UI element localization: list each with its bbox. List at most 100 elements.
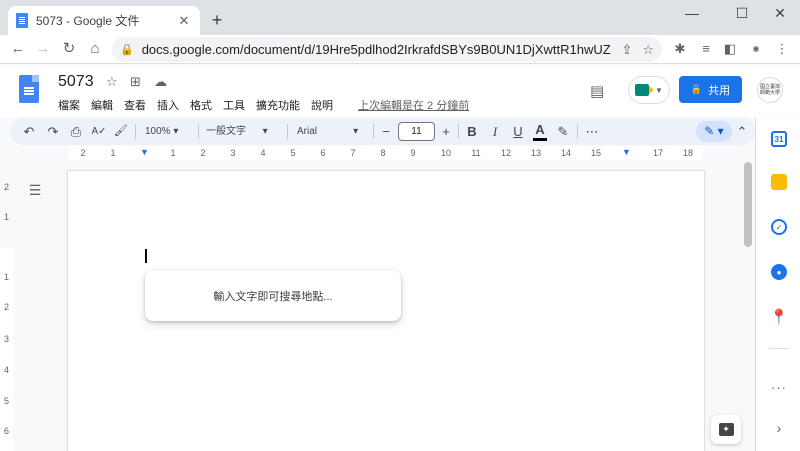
chevron-down-icon: ▼ <box>655 85 663 95</box>
ruler-label: 6 <box>320 148 326 158</box>
ruler-label: 1 <box>3 272 9 282</box>
editing-mode-button[interactable]: ✎ ▾ <box>696 121 732 142</box>
meet-button[interactable]: ▼ <box>628 76 670 104</box>
menu-extensions[interactable]: 擴充功能 <box>256 97 300 113</box>
print-icon[interactable]: ⎙ <box>66 122 86 141</box>
bookmark-star-icon[interactable]: ☆ <box>642 42 654 58</box>
expand-panel-icon[interactable]: › <box>767 420 791 436</box>
maps-icon[interactable]: 📍 <box>770 309 789 326</box>
comment-history-icon[interactable]: ▤ <box>590 82 604 100</box>
place-search-placeholder[interactable]: 輸入文字即可搜尋地點... <box>213 288 332 304</box>
ruler-label: 1 <box>3 212 9 222</box>
font-family-select[interactable]: Arial ▾ <box>297 122 371 141</box>
document-title[interactable]: 5073 <box>58 73 94 91</box>
divider <box>373 124 374 139</box>
tab-close-icon[interactable]: ✕ <box>176 13 192 29</box>
ruler-label: 4 <box>260 148 266 158</box>
close-window-button[interactable]: ✕ <box>762 2 798 24</box>
more-options-icon[interactable]: ⋯ <box>582 122 602 141</box>
menu-file[interactable]: 檔案 <box>58 97 80 113</box>
menu-help[interactable]: 說明 <box>311 97 333 113</box>
menu-bar: 檔案 編輯 查看 插入 格式 工具 擴充功能 說明 <box>58 97 344 113</box>
address-bar[interactable]: 🔒 docs.google.com/document/d/19Hre5pdlho… <box>112 37 662 62</box>
right-indent-marker-icon[interactable]: ▼ <box>622 148 631 157</box>
underline-button[interactable]: U <box>509 122 527 141</box>
menu-view[interactable]: 查看 <box>124 97 146 113</box>
account-avatar[interactable]: 國立臺灣師範大學 <box>757 77 783 103</box>
menu-format[interactable]: 格式 <box>190 97 212 113</box>
horizontal-ruler[interactable]: 2 1 ▼ 1 2 3 4 5 6 7 8 9 10 11 12 13 14 1… <box>0 146 754 160</box>
home-button[interactable]: ⌂ <box>84 38 106 60</box>
browser-tab[interactable]: 5073 - Google 文件 ✕ <box>8 6 200 35</box>
ruler-label: 8 <box>380 148 386 158</box>
lock-icon: 🔒 <box>690 84 703 94</box>
explore-button[interactable]: ✦ <box>711 415 741 444</box>
collapse-menus-icon[interactable]: ⌃ <box>733 122 751 141</box>
docs-favicon-icon <box>16 13 28 28</box>
divider <box>458 124 459 139</box>
ruler-label: 9 <box>410 148 416 158</box>
undo-icon[interactable]: ↶ <box>19 122 39 141</box>
text-cursor <box>145 249 147 263</box>
paint-format-icon[interactable]: 🖌 <box>111 122 131 141</box>
increase-font-size-button[interactable]: + <box>438 122 454 141</box>
ruler-label: 3 <box>230 148 236 158</box>
indent-marker-icon[interactable]: ▼ <box>140 148 149 157</box>
extensions-icon[interactable]: ✱ <box>670 39 690 59</box>
minimize-button[interactable]: — <box>674 2 710 24</box>
document-outline-icon[interactable]: ☰ <box>26 181 44 199</box>
menu-insert[interactable]: 插入 <box>157 97 179 113</box>
lock-icon[interactable]: 🔒 <box>120 43 134 56</box>
highlight-color-icon[interactable]: ✎ <box>554 122 572 141</box>
menu-tools[interactable]: 工具 <box>223 97 245 113</box>
paragraph-style-select[interactable]: 一般文字 ▾ <box>206 122 278 141</box>
calendar-icon[interactable]: 31 <box>771 131 787 147</box>
share-button[interactable]: 🔒 共用 <box>679 76 742 103</box>
url-text[interactable]: docs.google.com/document/d/19Hre5pdlhod2… <box>142 42 612 57</box>
tasks-icon[interactable]: ✓ <box>771 219 787 235</box>
side-panel: 31 ✓ ● 📍 ··· › <box>755 118 800 451</box>
spellcheck-icon[interactable]: A✓ <box>89 122 109 141</box>
move-folder-icon[interactable]: ⊞ <box>130 74 141 90</box>
bold-button[interactable]: B <box>463 122 481 141</box>
browser-menu-icon[interactable]: ⋮ <box>772 39 792 59</box>
formatting-toolbar: ↶ ↷ ⎙ A✓ 🖌 100% ▾ 一般文字 ▾ Arial ▾ − 11 + … <box>10 118 755 145</box>
vertical-ruler[interactable]: 2 1 1 2 3 4 5 6 <box>0 160 13 451</box>
forward-button[interactable]: → <box>32 38 54 60</box>
star-icon[interactable]: ☆ <box>106 74 118 90</box>
ruler-label: 12 <box>500 148 511 158</box>
keep-icon[interactable] <box>771 174 787 190</box>
side-panel-icon[interactable]: ◧ <box>720 39 740 59</box>
ruler-label: 13 <box>530 148 541 158</box>
text-color-button[interactable]: A <box>532 122 548 141</box>
redo-icon[interactable]: ↷ <box>43 122 63 141</box>
decrease-font-size-button[interactable]: − <box>378 122 394 141</box>
italic-button[interactable]: I <box>486 122 504 141</box>
contacts-icon[interactable]: ● <box>771 264 787 280</box>
back-button[interactable]: ← <box>7 38 29 60</box>
ruler-label: 15 <box>590 148 601 158</box>
paragraph-style-value: 一般文字 <box>206 126 246 137</box>
reload-button[interactable]: ↻ <box>58 38 80 60</box>
docs-header: 5073 ☆ ⊞ ☁ 檔案 編輯 查看 插入 格式 工具 擴充功能 說明 上次編… <box>0 65 800 117</box>
more-addons-icon[interactable]: ··· <box>767 380 791 395</box>
share-button-label: 共用 <box>708 84 731 97</box>
zoom-select[interactable]: 100% ▾ <box>145 122 195 141</box>
maximize-button[interactable]: ☐ <box>724 2 760 24</box>
document-page[interactable]: 輸入文字即可搜尋地點... <box>68 171 704 451</box>
font-family-value: Arial <box>297 126 318 137</box>
font-size-input[interactable]: 11 <box>398 122 435 141</box>
reading-list-icon[interactable]: ≡ <box>696 39 716 59</box>
profile-avatar-icon[interactable]: ◉ <box>746 39 766 59</box>
menu-edit[interactable]: 編輯 <box>91 97 113 113</box>
last-edit-link[interactable]: 上次編輯是在 2 分鐘前 <box>358 97 469 113</box>
place-search-popup[interactable]: 輸入文字即可搜尋地點... <box>145 270 401 321</box>
vertical-scrollbar[interactable] <box>744 162 752 247</box>
share-page-icon[interactable]: ⇪ <box>621 42 632 58</box>
divider <box>135 124 136 139</box>
ruler-label: 5 <box>3 396 9 406</box>
docs-logo-icon[interactable] <box>19 75 39 103</box>
new-tab-button[interactable]: + <box>206 9 228 31</box>
cloud-status-icon[interactable]: ☁ <box>154 74 167 90</box>
divider <box>577 124 578 139</box>
